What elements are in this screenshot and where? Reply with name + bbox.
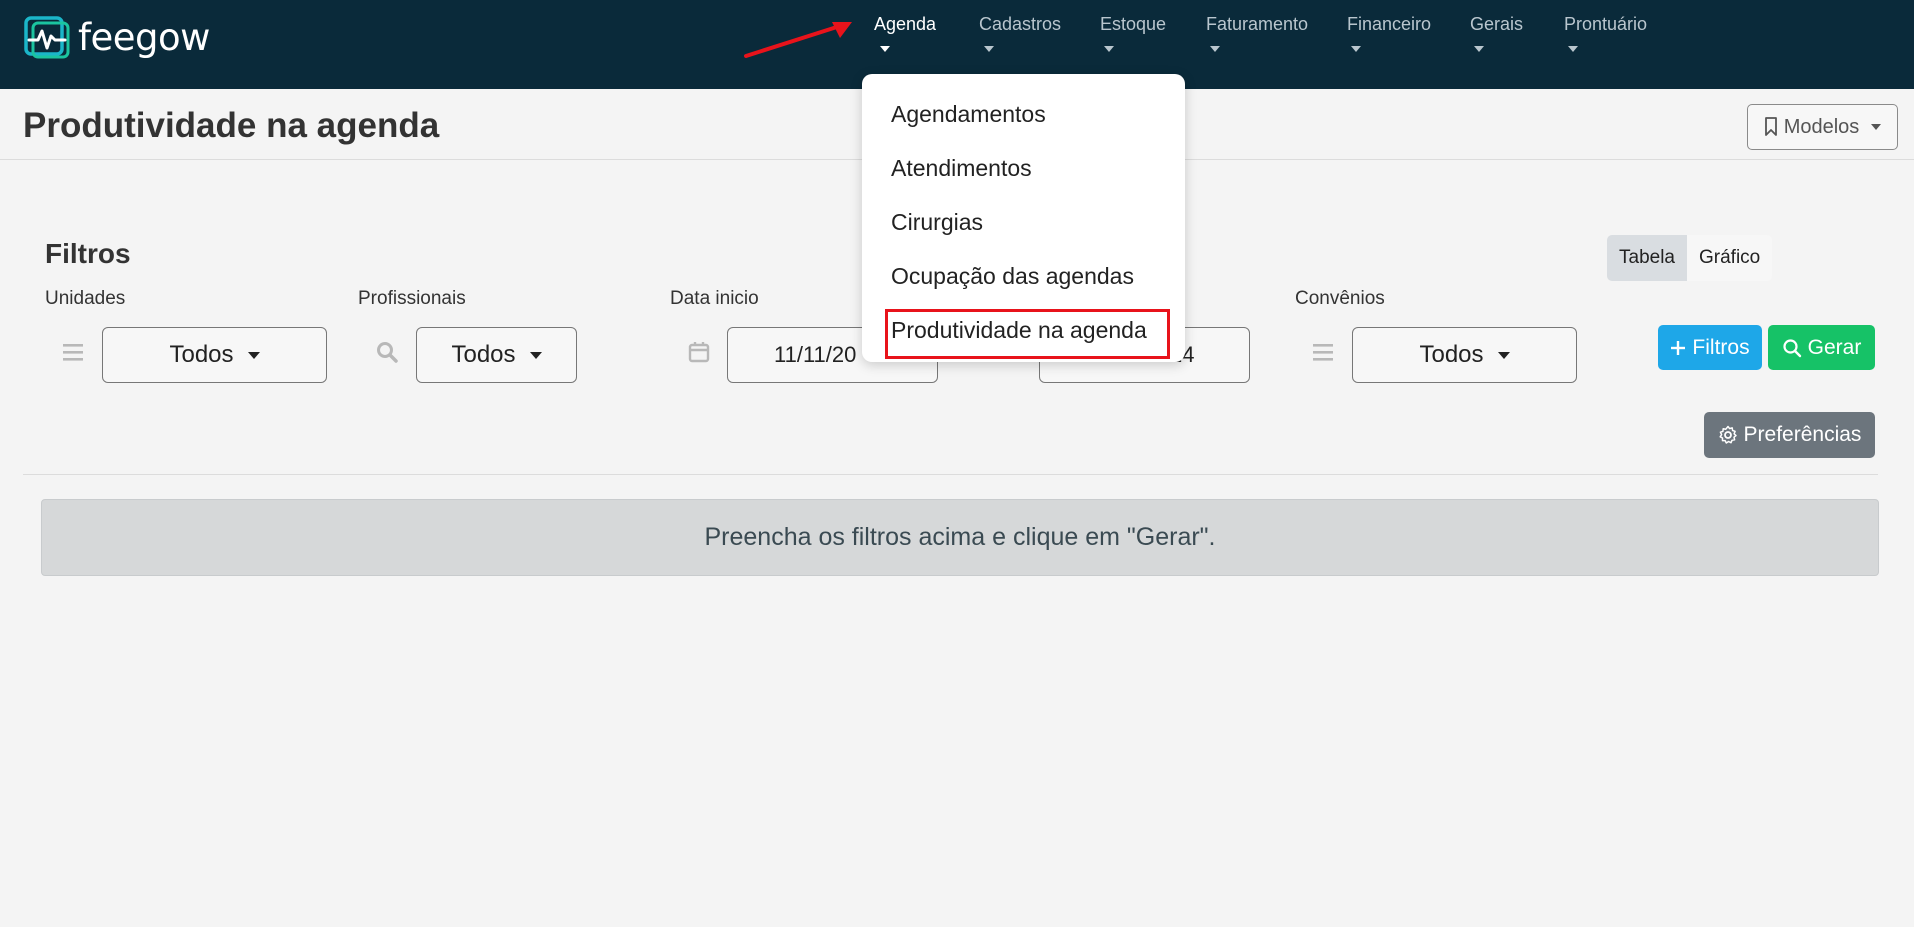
menu-item-cirurgias[interactable]: Cirurgias xyxy=(891,209,983,236)
preferences-button[interactable]: Preferências xyxy=(1704,412,1875,458)
profissionais-value: Todos xyxy=(451,341,516,368)
list-icon xyxy=(63,344,83,361)
modelos-label: Modelos xyxy=(1783,115,1860,138)
nav-cadastros-label: Cadastros xyxy=(979,14,1062,34)
add-filters-button[interactable]: Filtros xyxy=(1658,325,1762,370)
chevron-down-icon xyxy=(1474,46,1484,52)
search-icon xyxy=(377,342,398,363)
info-alert-text: Preencha os filtros acima e clique em "G… xyxy=(704,523,1216,551)
convenios-select[interactable]: Todos xyxy=(1352,327,1577,383)
chevron-down-icon xyxy=(880,46,890,52)
list-icon xyxy=(1313,344,1333,361)
nav-agenda[interactable]: Agenda xyxy=(874,14,936,52)
chevron-down-icon xyxy=(1210,46,1220,52)
annotation-arrow-icon xyxy=(744,22,852,58)
nav-estoque[interactable]: Estoque xyxy=(1100,14,1166,52)
unidades-value: Todos xyxy=(169,341,234,368)
nav-financeiro-label: Financeiro xyxy=(1347,14,1432,34)
add-filters-label: Filtros xyxy=(1692,335,1750,359)
chevron-down-icon xyxy=(529,351,542,359)
menu-item-atendimentos[interactable]: Atendimentos xyxy=(891,155,1032,182)
nav-gerais-label: Gerais xyxy=(1470,14,1524,34)
convenios-label: Convênios xyxy=(1295,288,1385,309)
logo-text: feegow xyxy=(78,16,210,59)
nav-cadastros[interactable]: Cadastros xyxy=(979,14,1061,52)
profissionais-label: Profissionais xyxy=(358,288,466,309)
search-icon xyxy=(1783,338,1801,357)
gear-icon xyxy=(1718,425,1737,444)
convenios-value: Todos xyxy=(1419,341,1484,368)
nav-prontuario[interactable]: Prontuário xyxy=(1564,14,1647,52)
profissionais-select[interactable]: Todos xyxy=(416,327,577,383)
data-inicio-label: Data inicio xyxy=(670,288,759,309)
modelos-button[interactable]: Modelos xyxy=(1747,104,1898,150)
logo[interactable]: feegow xyxy=(24,16,210,59)
plus-icon xyxy=(1671,340,1686,355)
generate-label: Gerar xyxy=(1807,335,1862,359)
chevron-down-icon xyxy=(1497,351,1510,359)
section-divider xyxy=(23,474,1878,475)
agenda-dropdown-menu: Agendamentos Atendimentos Cirurgias Ocup… xyxy=(862,74,1185,362)
chevron-down-icon xyxy=(1568,46,1578,52)
chevron-down-icon xyxy=(1871,124,1882,130)
nav-faturamento-label: Faturamento xyxy=(1206,14,1309,34)
nav-prontuario-label: Prontuário xyxy=(1564,14,1648,34)
nav-financeiro[interactable]: Financeiro xyxy=(1347,14,1431,52)
menu-item-produtividade-agenda[interactable]: Produtividade na agenda xyxy=(891,317,1147,344)
info-alert: Preencha os filtros acima e clique em "G… xyxy=(41,499,1879,576)
nav-gerais[interactable]: Gerais xyxy=(1470,14,1523,52)
filters-title: Filtros xyxy=(45,238,131,269)
tab-grafico[interactable]: Gráfico xyxy=(1687,235,1773,281)
data-inicio-value: 11/11/20 xyxy=(774,342,857,367)
calendar-icon xyxy=(688,342,710,363)
chevron-down-icon xyxy=(1351,46,1361,52)
nav-faturamento[interactable]: Faturamento xyxy=(1206,14,1308,52)
unidades-label: Unidades xyxy=(45,288,126,309)
chevron-down-icon xyxy=(984,46,994,52)
unidades-select[interactable]: Todos xyxy=(102,327,327,383)
tab-tabela[interactable]: Tabela xyxy=(1607,235,1687,281)
nav-estoque-label: Estoque xyxy=(1100,14,1167,34)
view-toggle: Tabela Gráfico xyxy=(1607,235,1773,281)
chevron-down-icon xyxy=(247,351,260,359)
generate-button[interactable]: Gerar xyxy=(1768,325,1875,370)
chevron-down-icon xyxy=(1104,46,1114,52)
nav-agenda-label: Agenda xyxy=(874,14,937,34)
bookmark-icon xyxy=(1764,117,1777,136)
menu-item-agendamentos[interactable]: Agendamentos xyxy=(891,101,1046,128)
feegow-logo-icon xyxy=(24,16,70,59)
menu-item-ocupacao-agendas[interactable]: Ocupação das agendas xyxy=(891,263,1134,290)
preferences-label: Preferências xyxy=(1743,423,1862,446)
page-title: Produtividade na agenda xyxy=(23,106,440,145)
